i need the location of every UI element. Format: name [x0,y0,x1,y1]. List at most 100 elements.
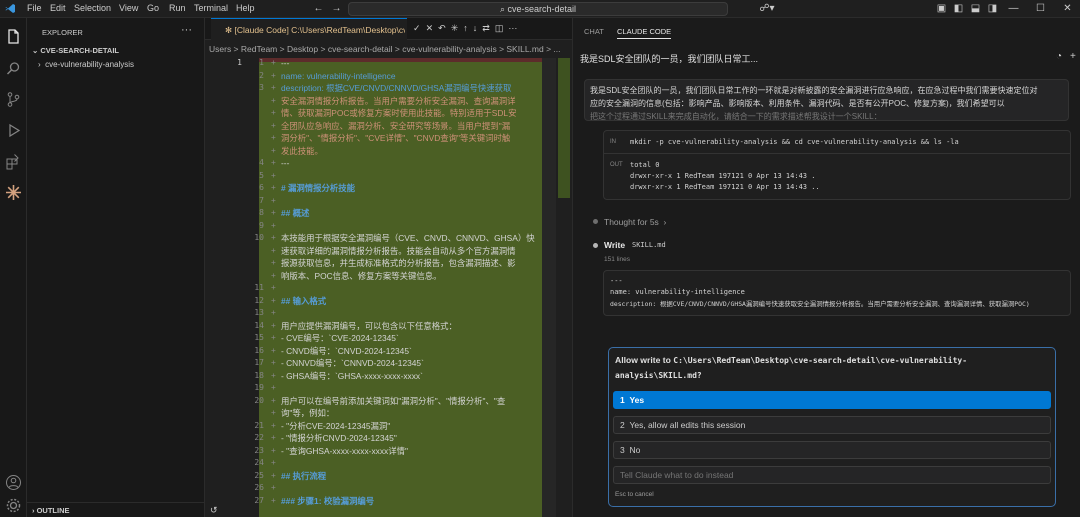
option-yes[interactable]: 1 Yes [613,391,1051,409]
split-editor-icon[interactable]: ◫ [495,23,504,33]
command-center-search[interactable]: ⌕ cve-search-detail [348,2,728,16]
search-activity-icon[interactable] [5,60,22,77]
maximize-icon[interactable]: ☐ [1035,3,1046,14]
instruction-input[interactable] [613,466,1051,484]
menu-run[interactable]: Run [169,3,186,13]
session-title: 我是SDL安全团队的一员，我们团队日常工... [580,54,759,64]
diff-plus-marker: + [271,108,276,117]
in-label: IN [610,139,616,145]
menu-file[interactable]: File [27,3,42,13]
option-label: No [629,445,641,455]
preview-line: --- [610,277,623,285]
new-line-number: 16 [254,345,264,355]
menu-help[interactable]: Help [236,3,255,13]
status-dot [593,243,598,248]
layout-icon[interactable]: ▣ [936,3,947,14]
menu-selection[interactable]: Selection [74,3,111,13]
write-file[interactable]: SKILL.md [632,241,666,249]
diff-plus-marker: + [271,420,276,430]
toggle-panel-icon[interactable]: ⬓ [970,3,981,14]
editor-more-icon[interactable]: ··· [508,23,517,33]
allow-path: C:\Users\RedTeam\Desktop\cve-search-deta… [673,356,968,365]
reject-close-icon[interactable]: ✕ [426,23,434,33]
code-text: - "情报分析CNVD-2024-12345" [281,433,397,443]
back-arrow-icon[interactable]: ← [313,3,324,14]
diff-plus-marker: + [271,408,276,417]
code-text: description: 根据CVE/CNVD/CNNVD/GHSA漏洞编号快速… [281,83,512,93]
diff-plus-marker: + [271,383,276,392]
output-line: drwxr-xr-x 1 RedTeam 197121 0 Apr 13 14:… [630,172,816,180]
explorer-header: EXPLORER [42,28,83,37]
user-message: 我是SDL安全团队的一员，我们团队日常工作的一环就是对新披露的安全漏洞进行应急响… [584,79,1069,121]
swap-icon[interactable]: ⇄ [482,23,490,33]
toggle-secondary-sidebar-icon[interactable]: ◨ [987,3,998,14]
tab-claude-code[interactable]: CLAUDE CODE [617,27,672,39]
workspace-root[interactable]: ⌄ CVE-SEARCH-DETAIL [32,46,119,55]
code-text: ## 执行流程 [281,470,327,481]
more-actions-icon[interactable]: ··· [181,24,192,36]
diff-plus-marker: + [271,295,276,305]
option-number: 1 [620,395,625,405]
new-line-number: 5 [259,170,264,180]
diff-plus-marker: + [271,208,276,217]
new-line-number: 24 [254,458,264,467]
new-session-plus-icon[interactable]: + [1070,51,1076,62]
diff-plus-marker: + [271,345,276,355]
diff-plus-marker: + [271,445,276,455]
account-icon[interactable] [5,474,22,491]
new-line-number: 12 [254,295,264,305]
outline-section[interactable]: › OUTLINE [32,506,70,515]
accept-check-icon[interactable]: ✓ [413,23,421,33]
settings-gear-icon[interactable] [5,497,22,514]
tab-chat[interactable]: CHAT [584,27,604,36]
diff-plus-marker: + [271,283,276,292]
up-arrow-icon[interactable]: ↑ [463,23,468,33]
menu-go[interactable]: Go [147,3,159,13]
diff-plus-marker: + [271,245,276,255]
bash-command: mkdir -p cve-vulnerability-analysis && c… [630,138,959,146]
explorer-icon[interactable] [5,28,22,45]
extensions-icon[interactable] [5,153,22,170]
new-line-number: 14 [254,320,264,330]
preview-line: name: vulnerability-intelligence [610,288,745,296]
source-control-icon[interactable] [5,91,22,108]
minimap[interactable] [556,58,572,517]
diff-plus-marker: + [271,220,276,230]
close-window-icon[interactable]: ✕ [1062,3,1073,14]
forward-arrow-icon[interactable]: → [331,3,342,14]
editor-scrollbar[interactable] [542,58,556,517]
code-text: 报源获取信息，并生成标准格式的分析报告，包含漏洞描述、影 [281,258,516,268]
minimize-icon[interactable]: — [1008,3,1019,14]
thought-toggle[interactable]: Thought for 5s › [604,217,666,227]
history-icon[interactable]: ◔ [1056,51,1062,62]
sparkle-icon[interactable]: ✳ [451,23,459,33]
down-arrow-icon[interactable]: ↓ [473,23,478,33]
breadcrumb[interactable]: Users > RedTeam > Desktop > cve-search-d… [205,40,572,58]
editor-tabs: ✻ [Claude Code] C:\Users\RedTeam\Desktop… [205,18,572,40]
diff-plus-marker: + [271,470,276,480]
run-debug-icon[interactable] [5,122,22,139]
revert-icon[interactable]: ↶ [438,23,446,33]
permission-question: Allow write to C:\Users\RedTeam\Desktop\… [615,353,1045,383]
menu-edit[interactable]: Edit [50,3,66,13]
code-text: 发此技能。 [281,145,323,156]
user-message-line: 应的安全漏洞的信息(包括：影响产品、影响版本、利用条件、漏洞代码、是否有公开PO… [590,99,1005,108]
option-no[interactable]: 3 No [613,441,1051,459]
new-line-number: 8 [259,208,264,217]
tab-claude-code-diff[interactable]: ✻ [Claude Code] C:\Users\RedTeam\Desktop… [211,18,407,40]
folder-cve-vulnerability-analysis[interactable]: › cve-vulnerability-analysis [38,60,134,69]
divider [27,502,205,503]
claude-icon[interactable] [5,184,22,201]
diff-plus-marker: + [271,83,276,92]
chat-toggle-icon[interactable]: ☍▾ [758,3,776,14]
menu-terminal[interactable]: Terminal [194,3,228,13]
diff-plus-marker: + [271,395,276,405]
menu-view[interactable]: View [119,3,138,13]
new-line-number: 21 [254,420,264,430]
undo-icon[interactable]: ↺ [210,505,218,516]
esc-hint: Esc to cancel [615,491,654,498]
option-yes-allow-all[interactable]: 2 Yes, allow all edits this session [613,416,1051,434]
output-line: total 0 [630,161,660,169]
toggle-sidebar-icon[interactable]: ◧ [953,3,964,14]
old-line-number: 1 [237,58,242,67]
